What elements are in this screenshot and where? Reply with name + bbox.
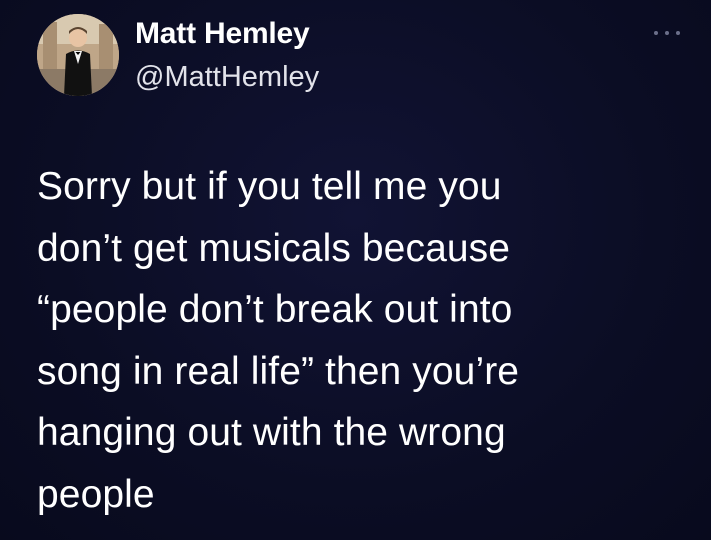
dot [665,31,669,35]
author-handle[interactable]: @MattHemley [135,60,319,94]
dot [676,31,680,35]
more-options-icon[interactable] [654,26,680,40]
dot [654,31,658,35]
avatar[interactable] [37,14,119,96]
author-name[interactable]: Matt Hemley [135,16,310,52]
profile-photo-icon [37,14,119,96]
tweet-card: Matt Hemley @MattHemley Sorry but if you… [0,0,711,540]
tweet-text: Sorry but if you tell me you don’t get m… [37,165,520,516]
